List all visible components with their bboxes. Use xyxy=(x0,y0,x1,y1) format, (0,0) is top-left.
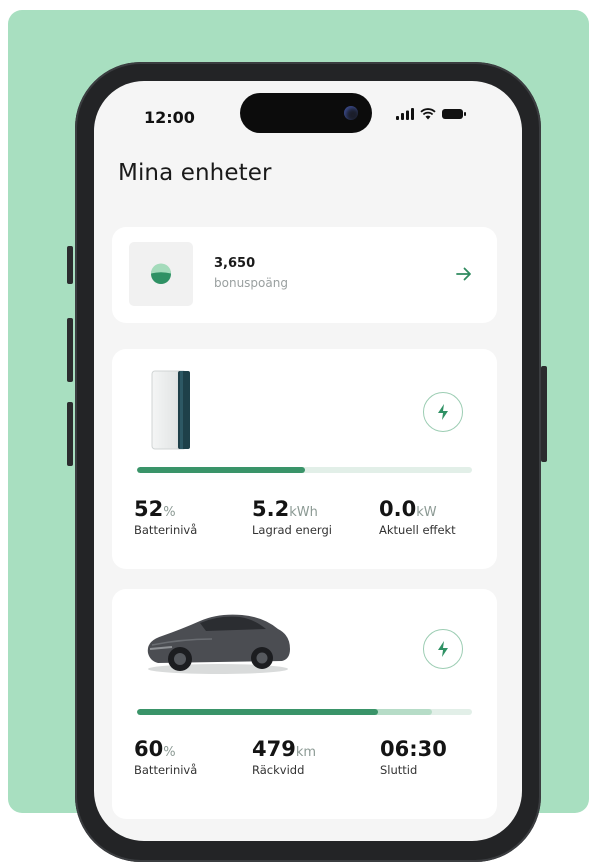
stat-unit: % xyxy=(163,745,176,760)
stat-label: Aktuell effekt xyxy=(379,523,456,537)
stat-value: 06:30 xyxy=(380,737,447,761)
stat-value: 479 xyxy=(252,737,296,761)
stat-value: 5.2 xyxy=(252,497,290,521)
car-battery-progress-fill xyxy=(137,709,379,715)
stat-value: 52 xyxy=(134,497,164,521)
stat-current-power: 0.0kW Aktuell effekt xyxy=(379,497,456,537)
home-battery-image xyxy=(151,370,190,450)
arrow-right-icon[interactable] xyxy=(453,263,475,285)
status-icons xyxy=(396,108,466,120)
stat-battery-level: 52% Batterinivå xyxy=(134,497,197,537)
stat-unit: kW xyxy=(416,505,437,520)
phone-side-button xyxy=(67,318,73,382)
front-camera-icon xyxy=(344,106,358,120)
phone-power-button xyxy=(541,366,547,462)
battery-progress-fill xyxy=(137,467,305,473)
stat-label: Lagrad energi xyxy=(252,523,332,537)
bonus-icon-box xyxy=(129,242,193,306)
lightning-icon xyxy=(438,641,448,657)
lightning-icon xyxy=(438,404,448,420)
stat-end-time: 06:30 Sluttid xyxy=(380,737,447,777)
wifi-icon xyxy=(420,108,436,120)
stat-value: 0.0 xyxy=(379,497,417,521)
status-time: 12:00 xyxy=(144,108,195,127)
car-image xyxy=(147,614,290,674)
bonus-amount: 3,650 xyxy=(214,256,256,271)
stat-value: 60 xyxy=(134,737,164,761)
stat-unit: km xyxy=(295,745,317,760)
bonus-coin-icon xyxy=(151,263,171,284)
stat-label: Sluttid xyxy=(380,763,418,777)
stat-stored-energy: 5.2kWh Lagrad energi xyxy=(252,497,332,537)
bonus-label: bonuspoäng xyxy=(214,276,288,290)
signal-icon xyxy=(396,108,414,120)
stat-label: Batterinivå xyxy=(134,763,198,777)
home-battery-card[interactable]: 52% Batterinivå 5.2kWh Lagrad energi 0.0… xyxy=(112,349,497,569)
stat-label: Batterinivå xyxy=(134,523,198,537)
dynamic-island xyxy=(240,93,372,133)
phone-screen: 12:00 Mina enheter 3,650 bonuspoäng 52% … xyxy=(94,81,522,841)
charge-button[interactable] xyxy=(423,629,463,669)
phone-side-button xyxy=(67,402,73,466)
stat-unit: % xyxy=(163,505,176,520)
bonus-card[interactable]: 3,650 bonuspoäng xyxy=(112,227,497,323)
page-title: Mina enheter xyxy=(118,160,272,186)
stat-label: Räckvidd xyxy=(252,763,305,777)
stat-unit: kWh xyxy=(289,505,318,520)
stat-range: 479km Räckvidd xyxy=(252,737,316,777)
charge-button[interactable] xyxy=(423,392,463,432)
phone-side-button xyxy=(67,246,73,284)
car-card[interactable]: 60% Batterinivå 479km Räckvidd 06:30 Slu… xyxy=(112,589,497,819)
stat-battery-level: 60% Batterinivå xyxy=(134,737,197,777)
battery-icon xyxy=(442,109,466,119)
car-battery-progress xyxy=(137,709,472,715)
battery-progress xyxy=(137,467,472,473)
